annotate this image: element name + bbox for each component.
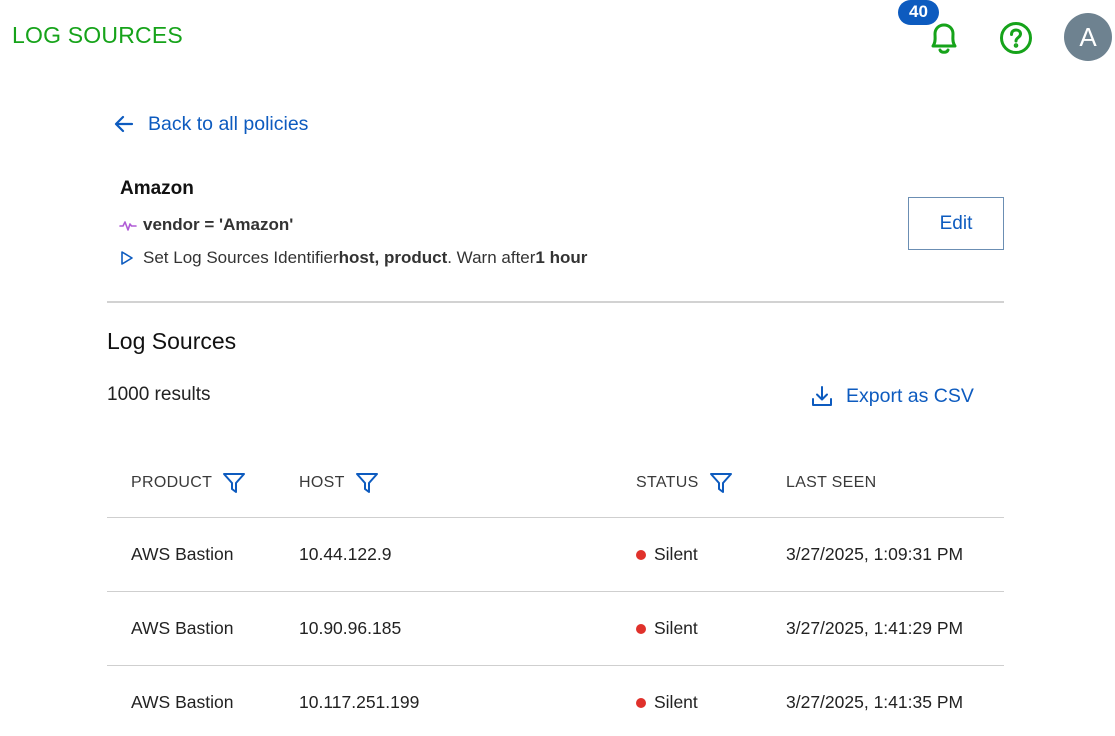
filter-icon[interactable]: [355, 472, 379, 494]
filter-icon[interactable]: [222, 472, 246, 494]
status-label: Silent: [654, 618, 698, 638]
policy-action-prefix: Set Log Sources Identifier: [143, 248, 339, 267]
policy-action-middle: . Warn after: [447, 248, 536, 267]
cell-host: 10.117.251.199: [299, 692, 420, 712]
table-row[interactable]: AWS Bastion 10.90.96.185 Silent 3/27/202…: [107, 592, 1004, 666]
help-icon: [1000, 22, 1032, 54]
bell-icon: [931, 23, 957, 54]
column-header-status: STATUS: [636, 470, 733, 496]
policy-action-duration: 1 hour: [535, 248, 588, 267]
status-label: Silent: [654, 544, 698, 564]
filter-icon[interactable]: [709, 472, 733, 494]
cell-host: 10.90.96.185: [299, 618, 402, 638]
column-header-label: HOST: [299, 474, 345, 491]
cell-status: Silent: [636, 618, 698, 639]
top-bar: LOG SOURCES 40 A: [0, 0, 1115, 74]
cell-host: 10.44.122.9: [299, 544, 392, 564]
back-link[interactable]: Back to all policies: [114, 111, 308, 137]
column-header-label: LAST SEEN: [786, 474, 877, 491]
notification-badge: 40: [898, 0, 939, 25]
column-header-last-seen: LAST SEEN: [786, 470, 876, 496]
cell-status: Silent: [636, 544, 698, 565]
policy-condition: vendor = 'Amazon': [119, 213, 293, 237]
play-icon: [121, 251, 133, 265]
cell-status: Silent: [636, 692, 698, 713]
status-dot: [636, 697, 646, 708]
pulse-icon: [119, 221, 137, 231]
cell-product: AWS Bastion: [131, 618, 234, 638]
cell-product: AWS Bastion: [131, 544, 234, 564]
table-row[interactable]: AWS Bastion 10.44.122.9 Silent 3/27/2025…: [107, 518, 1004, 592]
export-csv-label: Export as CSV: [846, 384, 974, 407]
cell-last-seen: 3/27/2025, 1:09:31 PM: [786, 544, 964, 564]
back-link-label: Back to all policies: [148, 112, 309, 135]
status-dot: [636, 623, 646, 634]
help-button[interactable]: [999, 21, 1033, 55]
column-header-product: PRODUCT: [131, 470, 246, 496]
cell-product: AWS Bastion: [131, 692, 234, 712]
avatar[interactable]: A: [1064, 13, 1112, 61]
export-csv-button[interactable]: Export as CSV: [810, 382, 974, 410]
policy-action: Set Log Sources Identifier host, product…: [120, 246, 587, 270]
edit-button[interactable]: Edit: [908, 197, 1004, 250]
status-dot: [636, 549, 646, 560]
policy-condition-text: vendor = 'Amazon': [143, 215, 294, 234]
column-header-host: HOST: [299, 470, 379, 496]
cell-last-seen: 3/27/2025, 1:41:29 PM: [786, 618, 964, 638]
column-header-label: STATUS: [636, 474, 699, 491]
table-row[interactable]: AWS Bastion 10.117.251.199 Silent 3/27/2…: [107, 666, 1004, 736]
arrow-left-icon: [114, 115, 134, 133]
table-header: PRODUCT HOST STATUS LAST SEEN: [107, 450, 1004, 518]
download-icon: [812, 386, 832, 406]
log-sources-table: PRODUCT HOST STATUS LAST SEEN AWS Bastio…: [107, 450, 1004, 736]
policy-name: Amazon: [120, 178, 194, 199]
policy-action-fields: host, product: [338, 248, 448, 267]
cell-last-seen: 3/27/2025, 1:41:35 PM: [786, 692, 964, 712]
app-title: LOG SOURCES: [12, 22, 183, 48]
divider: [107, 301, 1004, 303]
status-label: Silent: [654, 692, 698, 712]
result-count: 1000 results: [107, 384, 211, 405]
section-title: Log Sources: [107, 328, 237, 354]
column-header-label: PRODUCT: [131, 474, 213, 491]
